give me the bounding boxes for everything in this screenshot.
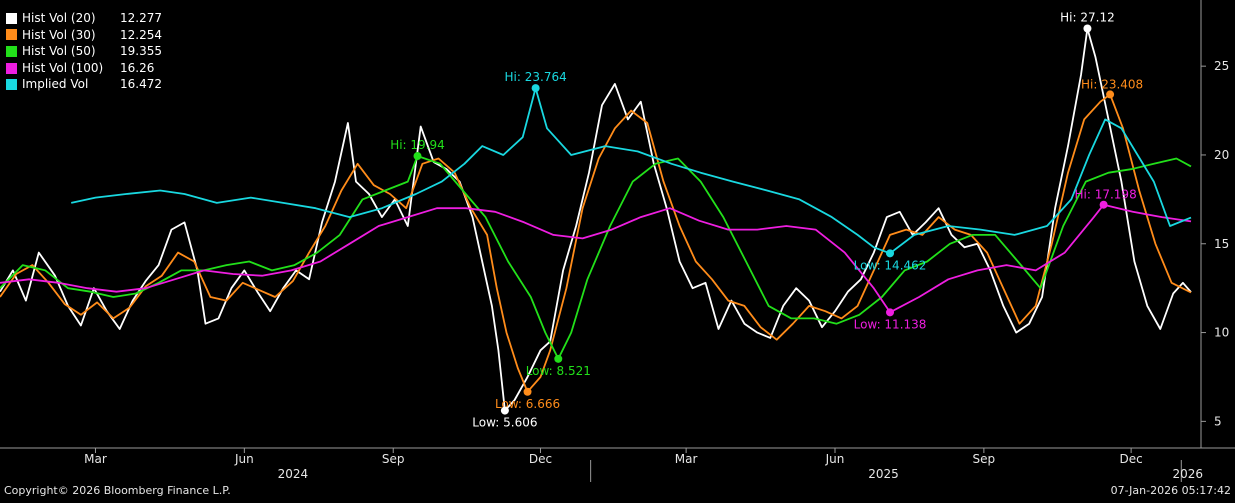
extreme-label: Low: 8.521 xyxy=(526,364,591,378)
extreme-marker xyxy=(413,152,422,161)
legend-swatch xyxy=(6,79,17,91)
x-tick-label: Jun xyxy=(234,452,254,466)
x-tick-label: Mar xyxy=(84,452,107,466)
extreme-marker xyxy=(554,354,563,363)
legend-item: Hist Vol (100) 16.26 xyxy=(6,60,162,77)
legend-item: Hist Vol (50) 19.355 xyxy=(6,43,162,60)
extreme-marker xyxy=(1099,200,1108,209)
extreme-marker xyxy=(886,249,895,258)
legend-item: Implied Vol 16.472 xyxy=(6,76,162,93)
legend: Hist Vol (20) 12.277 Hist Vol (30) 12.254 Hi… xyxy=(6,10,162,93)
legend-series-name: Hist Vol (50) xyxy=(22,44,96,59)
y-tick-label: 20 xyxy=(1214,148,1229,162)
volatility-chart: 5 10 15 20 25 Mar Jun Sep Dec Mar Jun Sep Dec 2024 202… xyxy=(0,0,1235,499)
legend-swatch xyxy=(6,29,17,41)
extreme-label: Hi: 23.408 xyxy=(1081,77,1143,91)
extreme-marker xyxy=(523,387,532,396)
legend-series-value: 12.254 xyxy=(120,27,162,42)
year-label: 2025 xyxy=(868,467,899,481)
extreme-label: Low: 5.606 xyxy=(472,416,537,430)
legend-swatch xyxy=(6,62,17,74)
x-tick-label: Mar xyxy=(675,452,698,466)
extreme-label: Low: 14.462 xyxy=(854,258,927,272)
extreme-marker xyxy=(1083,24,1092,33)
extreme-label: Low: 11.138 xyxy=(854,317,927,331)
legend-series-name: Hist Vol (30) xyxy=(22,27,96,42)
legend-item: Hist Vol (20) 12.277 xyxy=(6,10,162,27)
extreme-marker xyxy=(886,308,895,317)
x-tick-label: Jun xyxy=(825,452,845,466)
copyright-text: Copyright© 2026 Bloomberg Finance L.P. xyxy=(4,484,231,497)
extreme-marker xyxy=(531,84,540,93)
y-tick-label: 5 xyxy=(1214,414,1222,428)
legend-series-name: Hist Vol (20) xyxy=(22,11,96,25)
legend-swatch xyxy=(6,12,17,24)
legend-series-value: 16.472 xyxy=(120,77,162,92)
extreme-label: Hi: 17.198 xyxy=(1075,188,1137,202)
x-tick-label: Sep xyxy=(973,452,996,466)
annotation-layer: Hi: 27.12 Hi: 23.408 Hi: 23.764 Hi: 19.94 Hi… xyxy=(390,11,1143,430)
year-label: 2026 xyxy=(1172,467,1203,481)
legend-series-value: 19.355 xyxy=(120,44,162,59)
legend-item: Hist Vol (30) 12.254 xyxy=(6,27,162,44)
legend-series-name: Hist Vol (100) xyxy=(22,60,104,75)
x-tick-label: Dec xyxy=(529,452,552,466)
year-label: 2024 xyxy=(278,467,309,481)
series-line xyxy=(0,155,1192,360)
extreme-label: Hi: 23.764 xyxy=(505,70,567,84)
y-tick-label: 25 xyxy=(1214,59,1229,73)
extreme-marker xyxy=(1106,90,1115,99)
y-tick-label: 10 xyxy=(1214,326,1229,340)
chart-svg: 510152025Mar Jun Sep Dec Mar Jun Sep Dec2024 202… xyxy=(0,0,1235,482)
y-tick-label: 15 xyxy=(1214,237,1229,251)
legend-series-name: Implied Vol xyxy=(22,77,89,92)
legend-swatch xyxy=(6,45,17,57)
extreme-marker xyxy=(500,406,509,415)
legend-series-value: 12.277 xyxy=(120,11,162,25)
x-tick-label: Dec xyxy=(1120,452,1143,466)
legend-series-value: 16.26 xyxy=(120,60,155,75)
series-layer xyxy=(0,27,1192,412)
series-line xyxy=(0,27,1192,412)
extreme-label: Hi: 19.94 xyxy=(390,138,445,152)
extreme-label: Hi: 27.12 xyxy=(1060,11,1115,25)
series-line xyxy=(71,87,1192,255)
timestamp-text: 07-Jan-2026 05:17:42 xyxy=(1110,484,1231,497)
x-tick-label: Sep xyxy=(382,452,405,466)
